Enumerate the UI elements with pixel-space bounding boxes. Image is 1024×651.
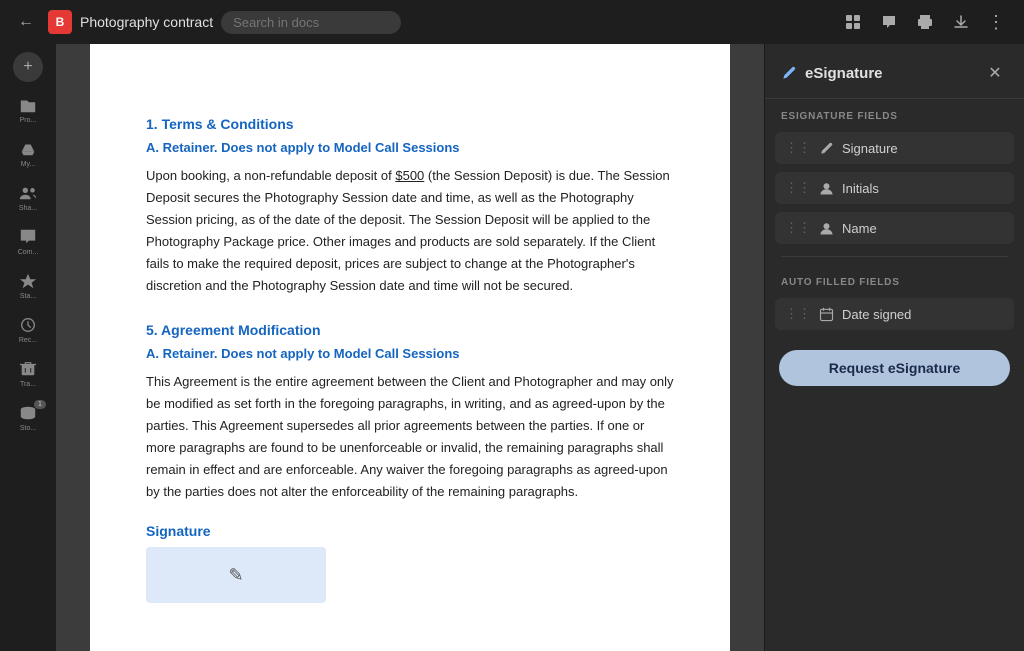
more-icon: ⋮ — [987, 12, 1007, 33]
signature-label: Signature — [146, 523, 674, 539]
panel-title-row: eSignature — [781, 65, 883, 82]
sidebar-item-comments[interactable]: Com... — [8, 222, 48, 262]
initials-field-icon — [819, 181, 834, 196]
section1-heading: 1. Terms & Conditions — [146, 116, 674, 132]
grid-view-button[interactable] — [838, 7, 868, 37]
topbar-left: ← B Photography contract — [12, 8, 830, 36]
name-field-item[interactable]: ⋮⋮ Name — [775, 212, 1014, 244]
section1-body: Upon booking, a non-refundable deposit o… — [146, 165, 674, 298]
name-field-icon — [819, 221, 834, 236]
drag-handle-name: ⋮⋮ — [785, 220, 811, 236]
more-options-button[interactable]: ⋮ — [982, 7, 1012, 37]
drag-handle-date: ⋮⋮ — [785, 306, 811, 322]
request-esignature-button[interactable]: Request eSignature — [779, 350, 1010, 386]
main-layout: + Pro... My... Sha... Com... Sta... Rec.… — [0, 44, 1024, 651]
esignature-fields-label: ESIGNATURE FIELDS — [765, 99, 1024, 128]
download-button[interactable] — [946, 7, 976, 37]
topbar-right: ⋮ — [838, 7, 1012, 37]
sidebar-item-new[interactable]: + — [13, 52, 43, 82]
calendar-icon — [819, 307, 834, 322]
app-icon: B — [48, 10, 72, 34]
sidebar-item-recent[interactable]: Rec... — [8, 310, 48, 350]
sidebar-item-storage[interactable]: Sto... 1 — [8, 398, 48, 438]
esignature-pen-icon — [781, 65, 797, 81]
panel-close-button[interactable]: ✕ — [982, 60, 1008, 86]
sidebar-item-my-drive[interactable]: My... — [8, 134, 48, 174]
sidebar-item-trash[interactable]: Tra... — [8, 354, 48, 394]
auto-filled-label: AUTO FILLED FIELDS — [765, 265, 1024, 294]
chat-button[interactable] — [874, 7, 904, 37]
initials-field-item[interactable]: ⋮⋮ Initials — [775, 172, 1014, 204]
signature-field-icon — [819, 141, 834, 156]
print-button[interactable] — [910, 7, 940, 37]
panel-title: eSignature — [805, 65, 883, 82]
search-input[interactable] — [221, 11, 401, 34]
plus-icon: + — [23, 58, 32, 76]
signature-box[interactable]: ✎ — [146, 547, 326, 603]
signature-field-label: Signature — [842, 141, 1004, 156]
esignature-panel: eSignature ✕ ESIGNATURE FIELDS ⋮⋮ Signat… — [764, 44, 1024, 651]
back-button[interactable]: ← — [12, 8, 40, 36]
section5-body: This Agreement is the entire agreement b… — [146, 371, 674, 504]
section5-heading: 5. Agreement Modification — [146, 322, 674, 338]
signature-pen-icon: ✎ — [228, 565, 243, 586]
panel-header: eSignature ✕ — [765, 44, 1024, 99]
drag-handle-initials: ⋮⋮ — [785, 180, 811, 196]
sidebar-item-projects[interactable]: Pro... — [8, 90, 48, 130]
date-signed-field-item[interactable]: ⋮⋮ Date signed — [775, 298, 1014, 330]
drag-handle-signature: ⋮⋮ — [785, 140, 811, 156]
sidebar-item-starred[interactable]: Sta... — [8, 266, 48, 306]
doc-page: 1. Terms & Conditions A. Retainer. Does … — [90, 44, 730, 651]
sidebar-item-shared[interactable]: Sha... — [8, 178, 48, 218]
initials-field-label: Initials — [842, 181, 1004, 196]
date-signed-field-label: Date signed — [842, 307, 1004, 322]
back-icon: ← — [18, 13, 34, 31]
signature-field-item[interactable]: ⋮⋮ Signature — [775, 132, 1014, 164]
panel-divider — [781, 256, 1008, 257]
name-field-label: Name — [842, 221, 1004, 236]
doc-title: Photography contract — [80, 14, 213, 30]
sidebar: + Pro... My... Sha... Com... Sta... Rec.… — [0, 44, 56, 651]
section5-sub: A. Retainer. Does not apply to Model Cal… — [146, 346, 674, 361]
section1-sub: A. Retainer. Does not apply to Model Cal… — [146, 140, 674, 155]
doc-area: 1. Terms & Conditions A. Retainer. Does … — [56, 44, 764, 651]
close-icon: ✕ — [988, 63, 1001, 83]
topbar: ← B Photography contract ⋮ — [0, 0, 1024, 44]
